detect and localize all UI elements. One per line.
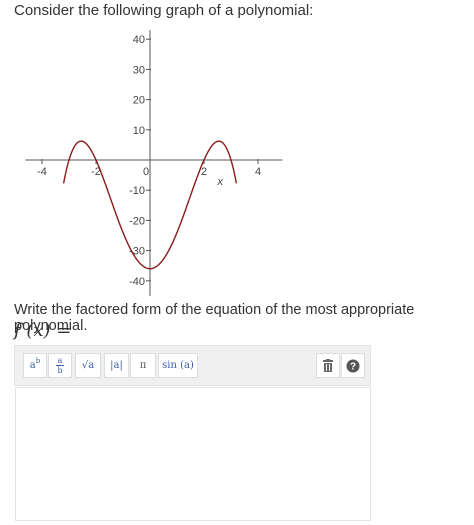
polynomial-graph: 40302010-10-20-30-40-4 -2 0 2 4x — [25, 30, 283, 296]
ticks: 40302010-10-20-30-40-4 -2 0 2 4x — [37, 34, 261, 288]
math-toolbar: ab a b √a |a| π sin (a) ? — [14, 345, 371, 386]
y-tick-label: -20 — [129, 215, 145, 227]
sqrt-button[interactable]: √a — [75, 353, 101, 378]
x-tick-label: 4 — [255, 166, 261, 178]
y-tick-label: 30 — [133, 64, 145, 76]
answer-label: f (x) = — [14, 320, 72, 341]
y-tick-label: 20 — [133, 95, 145, 107]
y-tick-label: 10 — [133, 125, 145, 137]
trash-icon — [323, 359, 333, 372]
instruction-text: Write the factored form of the equation … — [14, 302, 415, 334]
y-tick-label: -40 — [129, 276, 145, 288]
x-tick-label: -4 — [37, 166, 47, 178]
sin-button[interactable]: sin (a) — [158, 353, 198, 378]
help-glyph: ? — [350, 361, 356, 372]
y-tick-label: -10 — [129, 185, 145, 197]
frac-num: a — [57, 356, 63, 365]
x-axis-label: x — [216, 176, 223, 188]
x-tick-label: 0 — [143, 166, 149, 178]
x-tick-label: 2 — [201, 166, 207, 178]
power-exp: b — [35, 356, 41, 365]
axes — [25, 30, 283, 296]
power-button[interactable]: ab — [23, 353, 47, 378]
trash-button[interactable] — [316, 353, 340, 378]
answer-input[interactable] — [15, 387, 371, 521]
help-circle-icon: ? — [346, 359, 360, 372]
fraction-button[interactable]: a b — [48, 353, 72, 378]
help-button[interactable]: ? — [341, 353, 365, 378]
pi-button[interactable]: π — [130, 353, 156, 378]
frac-den: b — [57, 366, 63, 375]
y-tick-label: 40 — [133, 34, 145, 46]
abs-button[interactable]: |a| — [104, 353, 129, 378]
